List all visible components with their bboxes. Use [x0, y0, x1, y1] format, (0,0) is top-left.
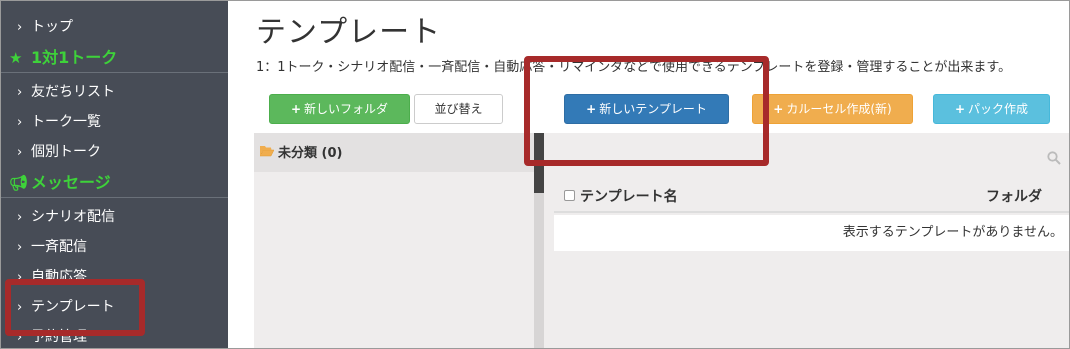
page-description: 1：1トーク・シナリオ配信・一斉配信・自動応答・リマインダなどで使用できるテンプ… — [256, 60, 1012, 75]
chevron-right-icon: › — [17, 85, 23, 100]
folder-open-icon — [259, 133, 278, 175]
chevron-right-icon: › — [17, 20, 23, 35]
chevron-right-icon: › — [17, 240, 23, 255]
folder-open-svg — [259, 146, 275, 157]
sidebar-section-message: 📢︎ メッセージ — [1, 168, 228, 198]
chevron-right-icon: › — [17, 145, 23, 160]
sort-label: 並び替え — [434, 102, 483, 116]
chevron-right-icon: › — [17, 270, 23, 285]
column-header-folder[interactable]: フォルダ — [986, 186, 1042, 206]
chevron-right-icon: › — [17, 330, 23, 345]
new-folder-button[interactable]: + 新しいフォルダ — [269, 94, 410, 124]
sidebar-item-scenario[interactable]: › シナリオ配信 — [1, 202, 228, 232]
new-template-label: 新しいテンプレート — [599, 102, 707, 116]
carousel-create-button[interactable]: + カルーセル作成(新) — [752, 94, 913, 124]
sidebar: › トップ ★ 1対1トーク › 友だちリスト › トーク一覧 › 個別トーク 📢︎ メッセ… — [1, 1, 228, 348]
folder-panel: 未分類 (0) — [254, 133, 534, 348]
sidebar-item-label: テンプレート — [31, 299, 115, 315]
sidebar-item-label: シナリオ配信 — [31, 209, 115, 225]
column-header-template-name[interactable]: テンプレート名 — [580, 186, 678, 206]
app-window: › トップ ★ 1対1トーク › 友だちリスト › トーク一覧 › 個別トーク 📢︎ メッセ… — [0, 0, 1070, 349]
sidebar-item-broadcast[interactable]: › 一斉配信 — [1, 232, 228, 262]
sidebar-item-talk-list[interactable]: › トーク一覧 — [1, 107, 228, 137]
template-list-panel: テンプレート名 フォルダ 表示するテンプレートがありません。 — [544, 133, 1069, 348]
sidebar-item-label: トップ — [31, 19, 73, 35]
folder-item-uncategorized[interactable]: 未分類 (0) — [254, 133, 534, 172]
megaphone-icon: 📢︎ — [9, 174, 29, 192]
sidebar-item-auto-reply[interactable]: › 自動応答 — [1, 262, 228, 292]
chevron-right-icon: › — [17, 115, 23, 130]
sidebar-item-label: 予約管理 — [31, 329, 87, 345]
star-icon: ★ — [9, 49, 23, 67]
folder-name: 未分類 (0) — [278, 146, 343, 161]
scrollbar-thumb[interactable] — [534, 133, 544, 193]
new-template-button[interactable]: + 新しいテンプレート — [564, 94, 729, 124]
sidebar-section-label: メッセージ — [31, 173, 111, 192]
carousel-create-label: カルーセル作成(新) — [786, 102, 892, 116]
sidebar-item-label: 友だちリスト — [31, 84, 115, 100]
chevron-right-icon: › — [17, 300, 23, 315]
sidebar-section-label: 1対1トーク — [31, 48, 118, 67]
page-title: テンプレート — [256, 15, 442, 50]
plus-icon: + — [290, 102, 302, 116]
chevron-right-icon: › — [17, 210, 23, 225]
search-icon[interactable] — [1047, 151, 1061, 169]
sidebar-item-friends[interactable]: › 友だちリスト — [1, 77, 228, 107]
empty-table-message: 表示するテンプレートがありません。 — [554, 215, 1069, 251]
plus-icon: + — [954, 102, 966, 116]
panel-scrollbar[interactable] — [534, 133, 544, 348]
pack-create-button[interactable]: + パック作成 — [933, 94, 1050, 124]
sidebar-item-reservation[interactable]: › 予約管理 — [1, 322, 228, 348]
sidebar-item-label: 一斉配信 — [31, 239, 87, 255]
sidebar-item-template[interactable]: › テンプレート — [1, 292, 228, 322]
sidebar-item-label: 自動応答 — [31, 269, 87, 285]
pack-create-label: パック作成 — [968, 102, 1029, 116]
search-svg — [1047, 151, 1061, 165]
sidebar-section-talk: ★ 1対1トーク — [1, 43, 228, 73]
sort-button[interactable]: 並び替え — [414, 94, 503, 124]
plus-icon: + — [773, 102, 784, 116]
sidebar-item-individual-talk[interactable]: › 個別トーク — [1, 137, 228, 167]
main-content: テンプレート 1：1トーク・シナリオ配信・一斉配信・自動応答・リマインダなどで使… — [228, 1, 1069, 348]
table-header: テンプレート名 フォルダ — [554, 181, 1069, 213]
sidebar-item-top[interactable]: › トップ — [1, 12, 228, 42]
select-all-checkbox[interactable] — [564, 190, 575, 201]
plus-icon: + — [586, 102, 597, 116]
sidebar-item-label: 個別トーク — [31, 144, 101, 160]
new-folder-label: 新しいフォルダ — [304, 102, 389, 116]
sidebar-item-label: トーク一覧 — [31, 114, 101, 130]
